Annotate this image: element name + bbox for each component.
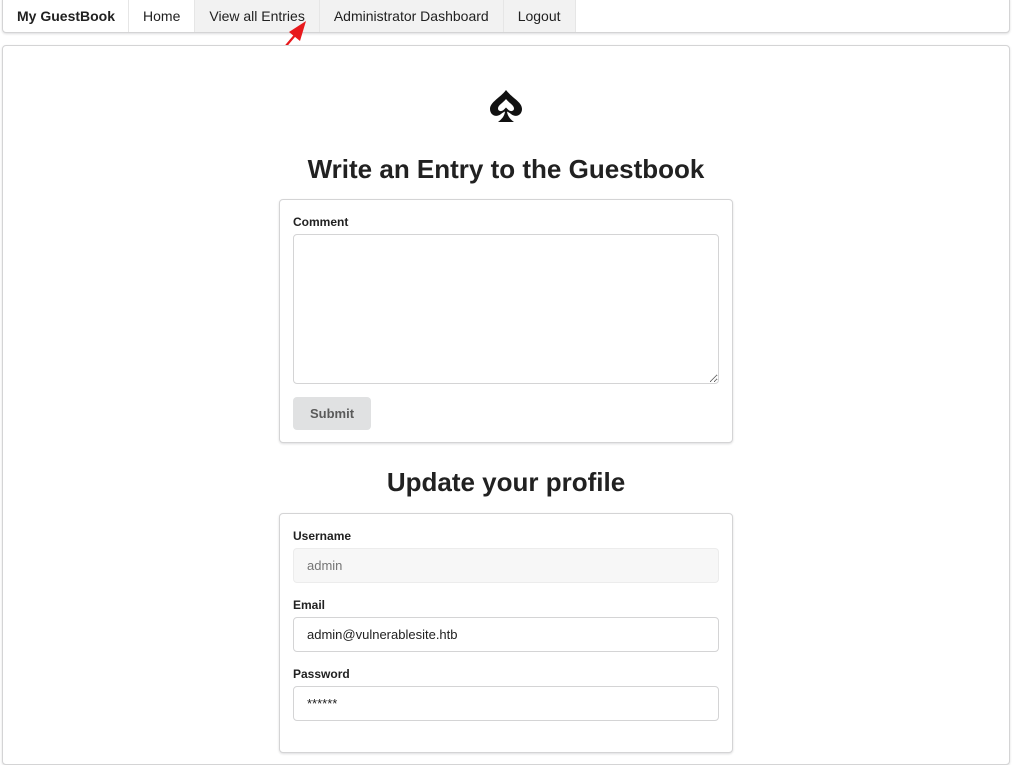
username-input: [293, 548, 719, 583]
nav-item-logout[interactable]: Logout: [503, 0, 576, 32]
email-label: Email: [293, 598, 326, 612]
username-label: Username: [293, 529, 352, 543]
update-profile-title: Update your profile: [386, 467, 626, 497]
write-entry-title: Write an Entry to the Guestbook: [307, 154, 705, 184]
password-label: Password: [293, 667, 350, 681]
password-input[interactable]: [293, 686, 719, 721]
profile-form: Username Email Password: [279, 513, 733, 753]
comment-label: Comment: [293, 215, 349, 229]
submit-button[interactable]: Submit: [293, 397, 371, 430]
email-input[interactable]: [293, 617, 719, 652]
nav-item-administrator-dashboard[interactable]: Administrator Dashboard: [319, 0, 504, 32]
entry-form: Comment Submit: [279, 199, 733, 443]
top-nav-menu: My GuestBook Home View all Entries Admin…: [2, 0, 1010, 33]
nav-brand[interactable]: My GuestBook: [3, 0, 130, 32]
nav-item-home[interactable]: Home: [129, 0, 196, 32]
spade-icon: [490, 90, 522, 122]
comment-textarea[interactable]: [293, 234, 719, 384]
